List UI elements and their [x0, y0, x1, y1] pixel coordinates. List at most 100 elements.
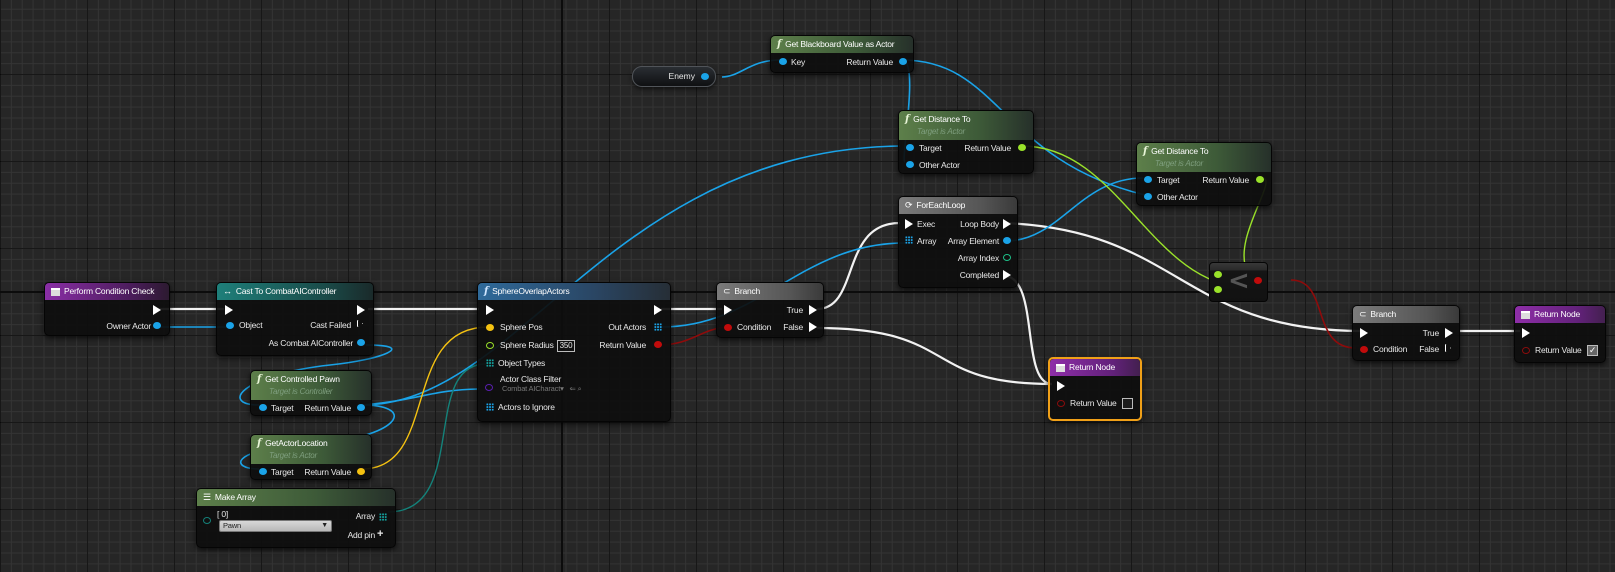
array-index-pin[interactable]	[1003, 254, 1011, 261]
node-branch-1[interactable]: ⊂ Branch True Condition False	[716, 282, 824, 338]
false-pin[interactable]	[809, 322, 817, 332]
node-enemy-variable[interactable]: Enemy	[632, 66, 716, 87]
pin-label: Target	[919, 143, 942, 153]
exec-in-pin[interactable]	[486, 305, 494, 315]
cast-failed-pin[interactable]	[357, 320, 363, 327]
pin-label: Owner Actor	[106, 321, 151, 331]
element-0-pin[interactable]	[203, 517, 211, 524]
return-value-pin[interactable]	[1018, 144, 1026, 151]
wire-pawn-ignore	[361, 388, 480, 406]
node-get-distance-to-1[interactable]: f Get Distance To Target is Actor Target R…	[898, 110, 1034, 174]
pin-label: Out Actors	[608, 322, 646, 332]
pin-label: Target	[1157, 175, 1180, 185]
exec-in-pin[interactable]	[724, 305, 732, 315]
node-get-controlled-pawn[interactable]: f Get Controlled Pawn Target is Controller…	[250, 370, 372, 416]
return-value-pin[interactable]	[899, 58, 907, 65]
target-pin[interactable]	[259, 468, 267, 475]
sphere-radius-pin[interactable]	[486, 342, 494, 349]
function-icon: f	[484, 286, 489, 298]
node-return-node-false[interactable]: Return Node Return Value	[1048, 357, 1142, 421]
actors-to-ignore-pin[interactable]	[486, 403, 494, 411]
pin-label: Array Index	[957, 253, 999, 263]
target-pin[interactable]	[259, 404, 267, 411]
false-pin[interactable]	[1445, 344, 1451, 352]
other-actor-pin[interactable]	[906, 161, 914, 168]
true-pin[interactable]	[1445, 328, 1453, 338]
node-for-each-loop[interactable]: ⟳ ForEachLoop Exec Loop Body Array Array …	[898, 196, 1018, 288]
node-return-node-true[interactable]: Return Node Return Value ✓	[1514, 305, 1606, 363]
node-get-blackboard-value-as-actor[interactable]: f Get Blackboard Value as Actor Key Retur…	[770, 35, 914, 73]
return-value-checkbox[interactable]: ✓	[1587, 345, 1598, 356]
class-dropdown[interactable]: Pawn ▼	[219, 520, 332, 532]
key-pin[interactable]	[779, 58, 787, 65]
node-sphere-overlap-actors[interactable]: f SphereOverlapActors Sphere Pos Out Acto…	[477, 282, 671, 422]
other-actor-pin[interactable]	[1144, 193, 1152, 200]
true-pin[interactable]	[809, 305, 817, 315]
loop-icon: ⟳	[905, 200, 913, 211]
function-icon: f	[1143, 145, 1148, 157]
pin-label: True	[1422, 328, 1440, 338]
condition-pin[interactable]	[724, 324, 732, 331]
pin-label: Cast Failed	[310, 320, 351, 330]
node-less-than[interactable]: <	[1209, 262, 1268, 302]
exec-in-pin[interactable]	[1522, 328, 1530, 338]
return-icon	[1521, 310, 1530, 319]
exec-in-pin[interactable]	[1057, 381, 1065, 391]
exec-in-pin[interactable]	[1360, 328, 1368, 338]
sphere-pos-pin[interactable]	[486, 324, 494, 331]
array-out-pin[interactable]	[379, 513, 387, 521]
target-pin[interactable]	[906, 144, 914, 151]
node-get-distance-to-2[interactable]: f Get Distance To Target is Actor Target R…	[1136, 142, 1272, 206]
use-selected-arrow-icon[interactable]: ⇐	[570, 384, 576, 393]
owner-actor-pin[interactable]	[153, 322, 161, 329]
sphere-radius-input[interactable]: 350	[556, 340, 576, 352]
node-branch-2[interactable]: ⊂ Branch True Condition False	[1352, 305, 1460, 361]
enemy-out-pin[interactable]	[701, 73, 709, 80]
pin-label: Array	[355, 511, 376, 521]
cast-arrow-icon: ↔	[223, 286, 232, 297]
return-value-pin[interactable]	[1522, 347, 1530, 354]
return-value-pin[interactable]	[654, 341, 662, 348]
loop-body-pin[interactable]	[1003, 219, 1011, 229]
plus-icon[interactable]: +	[377, 528, 383, 540]
actor-class-dropdown[interactable]: Combat AICharact▾ ⇐ ⌕	[502, 383, 582, 395]
exec-in-pin[interactable]	[905, 219, 913, 229]
b-pin[interactable]	[1214, 286, 1222, 293]
node-cast-to-combat-ai-controller[interactable]: ↔ Cast To CombatAIController Object Cast …	[216, 282, 374, 356]
object-types-pin[interactable]	[486, 359, 494, 367]
as-controller-pin[interactable]	[357, 339, 365, 346]
node-title: Return Node	[1534, 309, 1580, 319]
return-value-pin[interactable]	[357, 404, 365, 411]
out-actors-pin[interactable]	[654, 323, 662, 331]
node-get-actor-location[interactable]: f GetActorLocation Target is Actor Target …	[250, 434, 372, 480]
return-value-pin[interactable]	[1057, 400, 1065, 407]
array-in-pin[interactable]	[905, 236, 913, 244]
result-pin[interactable]	[1254, 277, 1262, 284]
exec-out-pin[interactable]	[654, 305, 662, 315]
condition-pin[interactable]	[1360, 346, 1368, 353]
exec-in-pin[interactable]	[225, 305, 233, 315]
add-pin-label[interactable]: Add pin	[348, 529, 376, 541]
pin-label: Sphere Pos	[500, 322, 543, 332]
pin-label: As Combat AIController	[268, 338, 354, 348]
return-value-pin[interactable]	[1256, 176, 1264, 183]
branch-icon: ⊂	[1359, 309, 1367, 320]
node-perform-condition-check[interactable]: Perform Condition Check Owner Actor	[44, 282, 170, 336]
exec-out-pin[interactable]	[357, 305, 365, 315]
a-pin[interactable]	[1214, 271, 1222, 278]
pin-label: Return Value	[964, 143, 1011, 153]
pin-label: Return Value	[1535, 345, 1582, 355]
target-pin[interactable]	[1144, 176, 1152, 183]
object-pin[interactable]	[226, 322, 234, 329]
return-value-pin[interactable]	[357, 468, 365, 475]
browse-search-icon[interactable]: ⌕	[578, 384, 582, 393]
pin-label: False	[783, 322, 803, 332]
completed-pin[interactable]	[1003, 270, 1011, 280]
return-value-checkbox[interactable]	[1122, 398, 1133, 409]
return-icon	[1056, 363, 1065, 372]
node-make-array[interactable]: ☰ Make Array [ 0] Pawn ▼ Array Add pin +	[196, 488, 396, 548]
exec-out-pin[interactable]	[153, 305, 161, 315]
pin-label: Return Value	[1070, 398, 1117, 408]
actor-class-filter-pin[interactable]	[485, 384, 493, 391]
array-element-pin[interactable]	[1003, 237, 1011, 244]
